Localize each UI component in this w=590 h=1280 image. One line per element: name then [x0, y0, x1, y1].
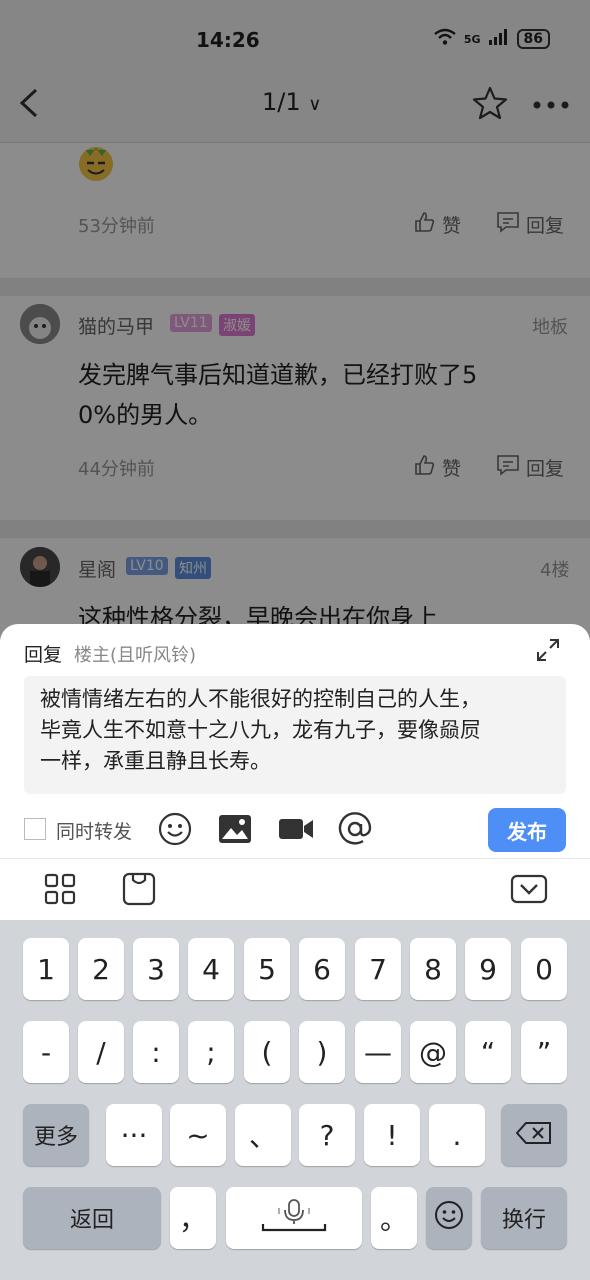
smiley-icon — [434, 1200, 464, 1237]
key-exclamation[interactable]: ! — [364, 1104, 420, 1166]
backspace-icon — [515, 1119, 552, 1152]
key-colon[interactable]: : — [133, 1021, 179, 1083]
key-6[interactable]: 6 — [299, 938, 345, 1000]
key-7[interactable]: 7 — [355, 938, 401, 1000]
key-3[interactable]: 3 — [133, 938, 179, 1000]
backspace-key[interactable] — [501, 1104, 567, 1166]
key-close-paren[interactable]: ) — [299, 1021, 345, 1083]
image-icon[interactable] — [218, 814, 252, 848]
key-open-quote[interactable]: “ — [465, 1021, 511, 1083]
key-question[interactable]: ? — [299, 1104, 355, 1166]
key-full-stop[interactable]: 。 — [371, 1187, 417, 1249]
key-2[interactable]: 2 — [78, 938, 124, 1000]
key-enumeration-comma[interactable]: 、 — [235, 1104, 291, 1166]
video-icon[interactable] — [278, 816, 314, 846]
key-period[interactable]: . — [429, 1104, 485, 1166]
key-9[interactable]: 9 — [465, 938, 511, 1000]
modal-overlay[interactable] — [0, 0, 590, 640]
key-8[interactable]: 8 — [410, 938, 456, 1000]
microphone-icon — [259, 1198, 329, 1239]
emoji-icon[interactable] — [158, 812, 192, 850]
grid-icon[interactable] — [44, 873, 76, 909]
reply-text-line: 被情情绪左右的人不能很好的控制自己的人生， — [40, 687, 481, 711]
key-comma[interactable]: ， — [170, 1187, 216, 1249]
repost-checkbox[interactable] — [24, 818, 46, 840]
key-tilde[interactable]: ~ — [170, 1104, 226, 1166]
reply-target: 楼主(且听风铃) — [74, 645, 197, 666]
expand-icon[interactable] — [536, 638, 560, 666]
key-1[interactable]: 1 — [23, 938, 69, 1000]
back-key[interactable]: 返回 — [23, 1187, 161, 1249]
more-symbols-key[interactable]: 更多 — [23, 1104, 89, 1166]
space-key[interactable] — [226, 1187, 362, 1249]
key-5[interactable]: 5 — [244, 938, 290, 1000]
newline-key[interactable]: 换行 — [481, 1187, 567, 1249]
key-at[interactable]: @ — [410, 1021, 456, 1083]
clipboard-icon[interactable] — [122, 872, 156, 910]
key-ellipsis[interactable]: ··· — [106, 1104, 162, 1166]
key-close-quote[interactable]: ” — [521, 1021, 567, 1083]
key-dash[interactable]: — — [355, 1021, 401, 1083]
reply-input-text[interactable]: 被情情绪左右的人不能很好的控制自己的人生， 毕竟人生不如意十之八九，龙有九子，要… — [40, 684, 552, 777]
key-open-paren[interactable]: ( — [244, 1021, 290, 1083]
key-hyphen[interactable]: - — [23, 1021, 69, 1083]
at-mention-icon[interactable] — [338, 812, 372, 850]
reply-text-line: 一样，承重且静且长寿。 — [40, 749, 271, 773]
input-toolbar — [0, 858, 590, 921]
key-semicolon[interactable]: ; — [188, 1021, 234, 1083]
publish-button[interactable]: 发布 — [488, 808, 566, 852]
key-slash[interactable]: / — [78, 1021, 124, 1083]
reply-text-line: 毕竟人生不如意十之八九，龙有九子，要像赑屃 — [40, 718, 481, 742]
reply-label: 回复 — [24, 644, 63, 666]
key-0[interactable]: 0 — [521, 938, 567, 1000]
emoji-key[interactable] — [426, 1187, 472, 1249]
hide-keyboard-icon[interactable] — [510, 874, 548, 908]
repost-label[interactable]: 同时转发 — [56, 817, 132, 844]
key-4[interactable]: 4 — [188, 938, 234, 1000]
